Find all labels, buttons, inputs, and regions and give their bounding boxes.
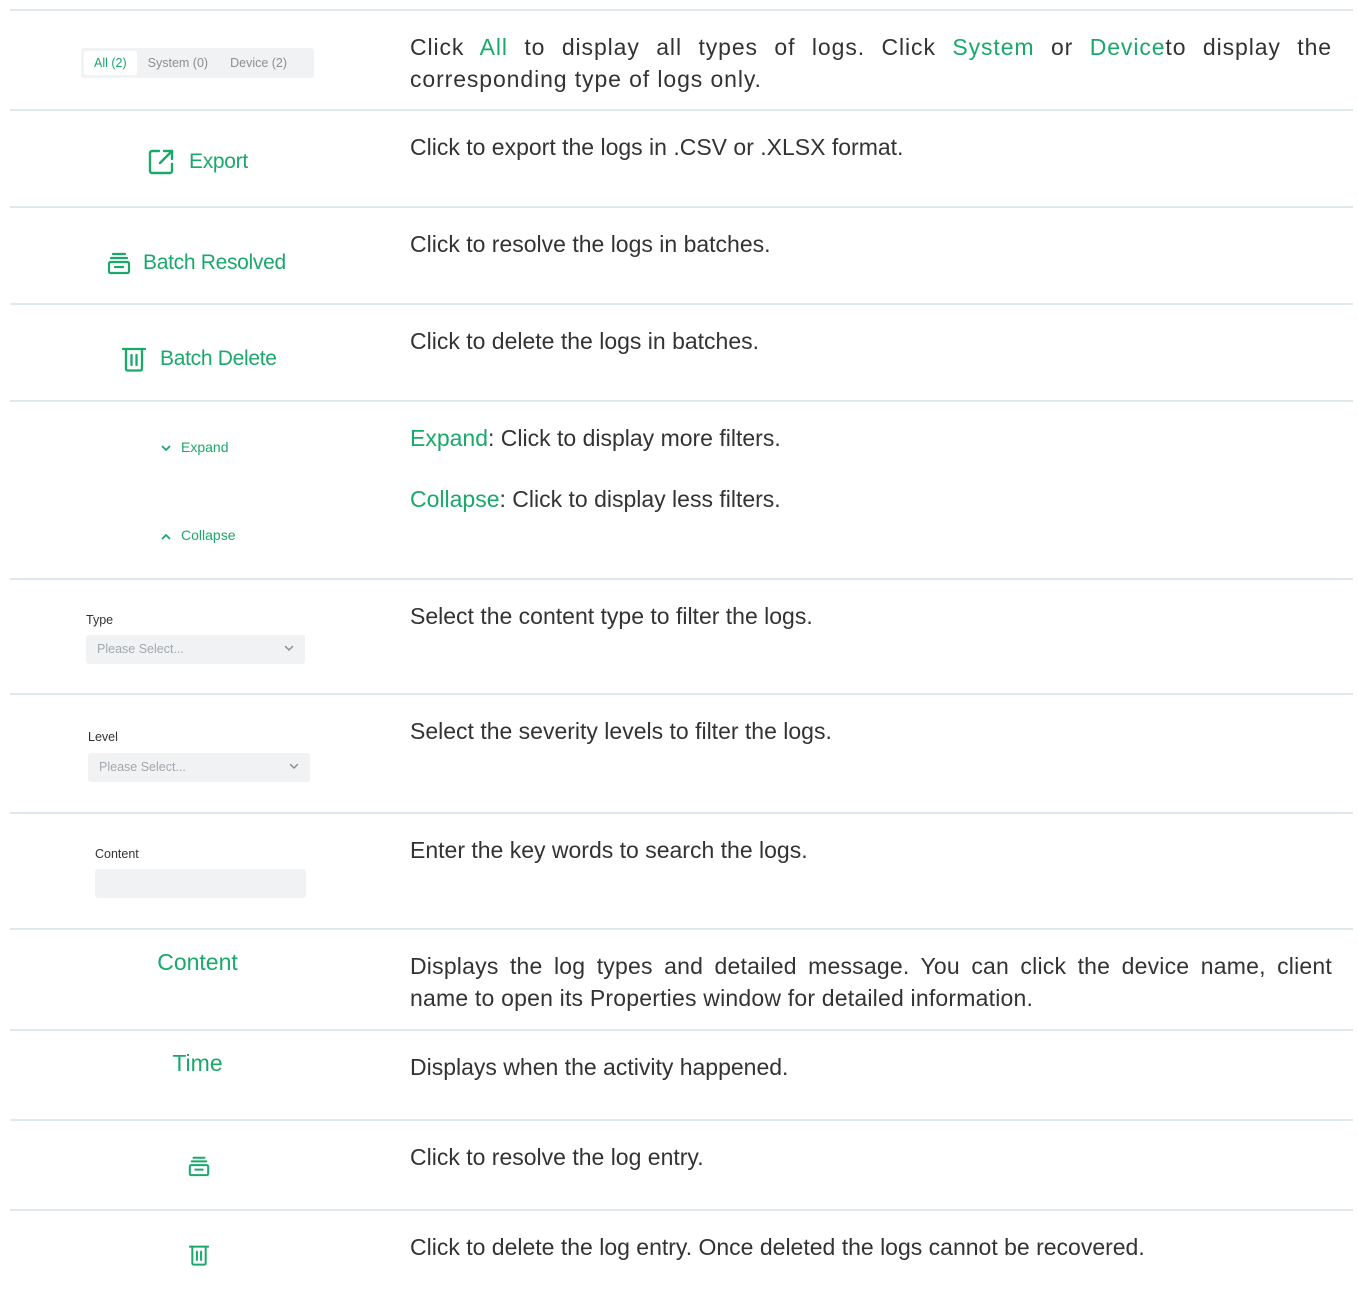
row-time-column: Time Displays when the activity happened… [10,1029,1353,1119]
row-export: Export Click to export the logs in .CSV … [10,109,1353,206]
row-resolve-entry: Click to resolve the log entry. [10,1119,1353,1209]
expand-button[interactable]: Expand [161,439,228,455]
chevron-up-icon [161,527,181,543]
type-filter-description: Select the content type to filter the lo… [410,603,813,629]
log-type-tabs: All (2) System (0) Device (2) [81,48,314,78]
batch-delete-button[interactable]: Batch Delete [122,346,277,372]
content-search-input[interactable] [95,869,306,898]
time-column-header: Time [172,1050,223,1076]
content-label: Content [95,847,139,861]
content-column-header: Content [157,949,238,975]
row-expand-collapse: Expand Collapse Expand: Click to display… [10,400,1353,578]
row-type-filter: Type Please Select... Select the content… [10,578,1353,693]
row-delete-entry: Click to delete the log entry. Once dele… [10,1209,1353,1289]
row-log-type-tabs: All (2) System (0) Device (2) Click All … [10,9,1353,109]
content-filter-description: Enter the key words to search the logs. [410,837,808,863]
chevron-down-icon [284,645,294,651]
export-description: Click to export the logs in .CSV or .XLS… [410,134,904,160]
level-filter-description: Select the severity levels to filter the… [410,718,832,744]
log-reference-table: All (2) System (0) Device (2) Click All … [10,9,1353,1289]
row-batch-delete: Batch Delete Click to delete the logs in… [10,303,1353,400]
row-content-column: Content Displays the log types and detai… [10,928,1353,1029]
chevron-down-icon [161,439,181,455]
row-content-filter: Content Enter the key words to search th… [10,812,1353,928]
tab-all[interactable]: All (2) [84,51,137,75]
batch-resolved-description: Click to resolve the logs in batches. [410,231,771,257]
term-system: System [952,34,1035,60]
row-level-filter: Level Please Select... Select the severi… [10,693,1353,812]
expand-description: Expand: Click to display more filters. [410,425,781,451]
batch-resolved-button[interactable]: Batch Resolved [107,251,286,275]
expand-collapse-description: Expand: Click to display more filters. C… [410,422,1332,515]
trash-icon [122,346,146,372]
collapse-description: Collapse: Click to display less filters. [410,486,781,512]
type-label: Type [86,613,114,627]
batch-delete-description: Click to delete the logs in batches. [410,328,760,354]
export-icon [147,148,175,176]
archive-icon [107,251,131,275]
tab-system[interactable]: System (0) [137,51,219,75]
type-select[interactable]: Please Select... [86,635,305,664]
term-device: Device [1089,34,1166,60]
delete-entry-description: Click to delete the log entry. Once dele… [410,1234,1145,1260]
tab-device[interactable]: Device (2) [219,51,298,75]
term-all: All [479,34,508,60]
collapse-button[interactable]: Collapse [161,527,235,543]
archive-icon[interactable] [188,1155,210,1182]
level-select[interactable]: Please Select... [88,753,310,782]
trash-icon[interactable] [188,1244,210,1271]
chevron-down-icon [289,763,299,769]
time-column-description: Displays when the activity happened. [410,1054,789,1080]
tabs-description: Click All to display all types of logs. … [410,34,1332,92]
export-button[interactable]: Export [147,148,248,176]
resolve-entry-description: Click to resolve the log entry. [410,1144,704,1170]
level-label: Level [88,730,118,744]
row-batch-resolved: Batch Resolved Click to resolve the logs… [10,206,1353,303]
content-column-description: Displays the log types and detailed mess… [410,953,1332,1011]
